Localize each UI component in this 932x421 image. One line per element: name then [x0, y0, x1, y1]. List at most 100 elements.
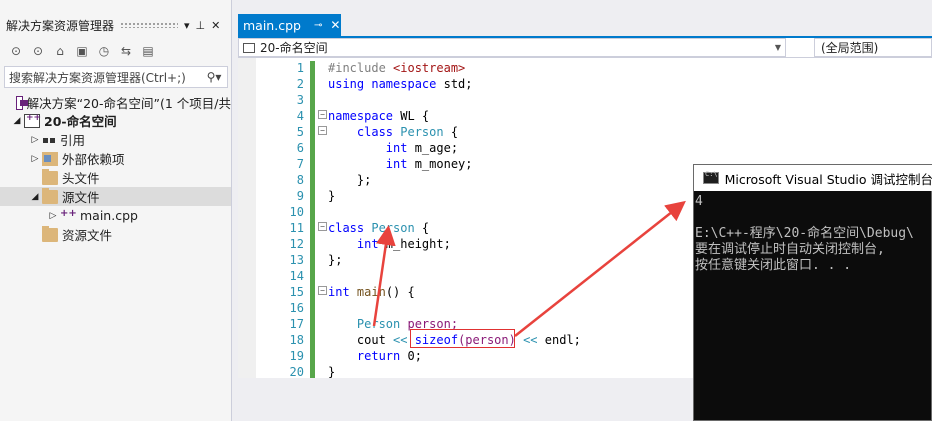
code-token: Person: [364, 221, 415, 235]
line-number: 18: [289, 333, 304, 347]
console-titlebar[interactable]: Microsoft Visual Studio 调试控制台: [694, 165, 932, 191]
code-token: <<: [515, 333, 538, 347]
search-icon[interactable]: ⚲▾: [201, 70, 227, 84]
line-number: 6: [296, 141, 304, 155]
code-token: m_height;: [378, 237, 451, 251]
folder-open-icon: [42, 187, 58, 204]
tree-item-source-files[interactable]: ◢ 源文件: [0, 187, 231, 206]
line-number: 7: [296, 157, 304, 171]
fold-toggle-icon[interactable]: −: [318, 286, 327, 295]
solution-explorer-titlebar: 解决方案资源管理器 ▾ ⊥ ✕: [0, 14, 232, 36]
search-input[interactable]: 搜索解决方案资源管理器(Ctrl+;): [9, 69, 201, 86]
back-icon[interactable]: ⊙: [8, 44, 24, 58]
forward-icon[interactable]: ⊙: [30, 44, 46, 58]
tree-item-label: 源文件: [62, 190, 100, 205]
project-scope-dropdown[interactable]: 20-命名空间 ▼: [238, 38, 786, 57]
drag-grip[interactable]: [120, 22, 179, 28]
code-token: endl;: [537, 333, 581, 347]
tree-item-header-files[interactable]: 头文件: [0, 168, 231, 187]
folder-icon: [42, 225, 58, 242]
code-token: {: [443, 125, 459, 139]
line-number: 12: [289, 237, 304, 251]
tree-item-project[interactable]: ◢ 20-命名空间: [0, 111, 231, 130]
line-number: 10: [289, 205, 304, 219]
code-token: {: [414, 221, 430, 235]
cpp-file-icon: [60, 208, 77, 223]
tree-item-label: 引用: [60, 133, 86, 148]
expand-arrow-icon[interactable]: ▷: [28, 154, 42, 164]
code-token: namespace: [328, 109, 394, 123]
window-position-dropdown-icon[interactable]: ▾: [184, 19, 190, 32]
annotation-highlight-box: [410, 329, 515, 348]
history-icon[interactable]: ◷: [96, 44, 112, 58]
fold-toggle-icon[interactable]: −: [318, 110, 327, 119]
console-output-line: 按任意键关闭此窗口. . .: [695, 258, 852, 273]
tree-item-label: 资源文件: [62, 228, 113, 243]
expand-arrow-icon[interactable]: ▷: [46, 211, 60, 221]
solution-explorer-panel: 解决方案资源管理器 ▾ ⊥ ✕ ⊙ ⊙ ⌂ ▣ ◷ ⇆ ▤ 搜索解决方案资源管理…: [0, 0, 232, 421]
code-token: class: [328, 221, 365, 235]
folder-icon: [42, 168, 58, 185]
line-number: 19: [289, 349, 304, 363]
tree-item-external-deps[interactable]: ▷ 外部依赖项: [0, 149, 231, 168]
tree-item-references[interactable]: ▷ 引用: [0, 130, 231, 149]
tree-item-solution[interactable]: 解决方案“20-命名空间”(1 个项目/共: [0, 93, 231, 112]
collapse-arrow-icon[interactable]: ◢: [28, 192, 42, 202]
tree-item-resource-files[interactable]: 资源文件: [0, 225, 231, 244]
solution-explorer-title: 解决方案资源管理器: [6, 18, 115, 33]
tree-item-label: 解决方案“20-命名空间”(1 个项目/共: [26, 96, 231, 111]
refresh-icon[interactable]: ⇆: [118, 44, 134, 58]
code-token: <<: [385, 333, 408, 347]
code-token: #include: [328, 61, 394, 75]
code-token: cout: [328, 333, 386, 347]
home-icon[interactable]: ⌂: [52, 44, 68, 58]
console-output-line: 4: [695, 194, 703, 209]
pin-icon[interactable]: ⊸: [314, 20, 322, 31]
line-number: 2: [296, 77, 304, 91]
fold-toggle-icon[interactable]: −: [318, 222, 327, 231]
expand-arrow-icon[interactable]: ▷: [28, 135, 42, 145]
close-tab-icon[interactable]: ✕: [330, 18, 340, 32]
global-scope-dropdown[interactable]: (全局范围): [814, 38, 932, 57]
code-token: class: [328, 125, 394, 139]
line-number: 15: [289, 285, 304, 299]
code-token: std;: [436, 77, 473, 91]
switch-views-icon[interactable]: ▣: [74, 44, 90, 58]
document-tab-bar: main.cpp ⊸ ✕: [238, 14, 932, 36]
code-token: int: [328, 237, 379, 251]
code-token: () {: [385, 285, 415, 299]
code-token: int: [328, 141, 408, 155]
code-line-19: return 0;: [328, 348, 422, 364]
tab-main-cpp[interactable]: main.cpp ⊸ ✕: [238, 14, 341, 36]
editor-bottom-area: [238, 378, 693, 421]
code-token: Person: [328, 317, 401, 331]
pin-icon[interactable]: ⊥: [196, 19, 206, 32]
external-deps-icon: [42, 151, 58, 166]
code-line-5: class Person {: [328, 124, 458, 140]
console-title: Microsoft Visual Studio 调试控制台: [724, 171, 932, 187]
debug-console-window[interactable]: Microsoft Visual Studio 调试控制台 4 E:\C++-程…: [693, 164, 932, 421]
code-token: int: [328, 285, 350, 299]
chevron-down-icon[interactable]: ▼: [775, 43, 781, 52]
search-box[interactable]: 搜索解决方案资源管理器(Ctrl+;) ⚲▾: [4, 66, 228, 88]
references-icon: [42, 133, 56, 147]
project-icon: [243, 42, 255, 53]
line-number: 16: [289, 301, 304, 315]
collapse-arrow-icon[interactable]: ◢: [10, 116, 24, 126]
tree-item-label: 20-命名空间: [44, 114, 117, 129]
tree-item-main-cpp[interactable]: ▷ main.cpp: [0, 206, 231, 225]
editor-glyph-margin: [238, 58, 256, 421]
tree-item-label: 头文件: [62, 171, 100, 186]
project-scope-value: 20-命名空间: [260, 41, 328, 55]
close-icon[interactable]: ✕: [211, 19, 220, 32]
code-token: <iostream>: [393, 61, 466, 75]
code-token: using: [328, 77, 365, 91]
code-line-7: int m_money;: [328, 156, 473, 172]
code-line-1: #include <iostream>: [328, 60, 465, 76]
code-token: int: [328, 157, 408, 171]
tab-label: main.cpp: [243, 17, 301, 33]
fold-toggle-icon[interactable]: −: [318, 126, 327, 135]
solution-explorer-toolbar: ⊙ ⊙ ⌂ ▣ ◷ ⇆ ▤: [0, 38, 232, 64]
collapse-all-icon[interactable]: ▤: [140, 44, 156, 58]
code-line-9: }: [328, 189, 336, 203]
